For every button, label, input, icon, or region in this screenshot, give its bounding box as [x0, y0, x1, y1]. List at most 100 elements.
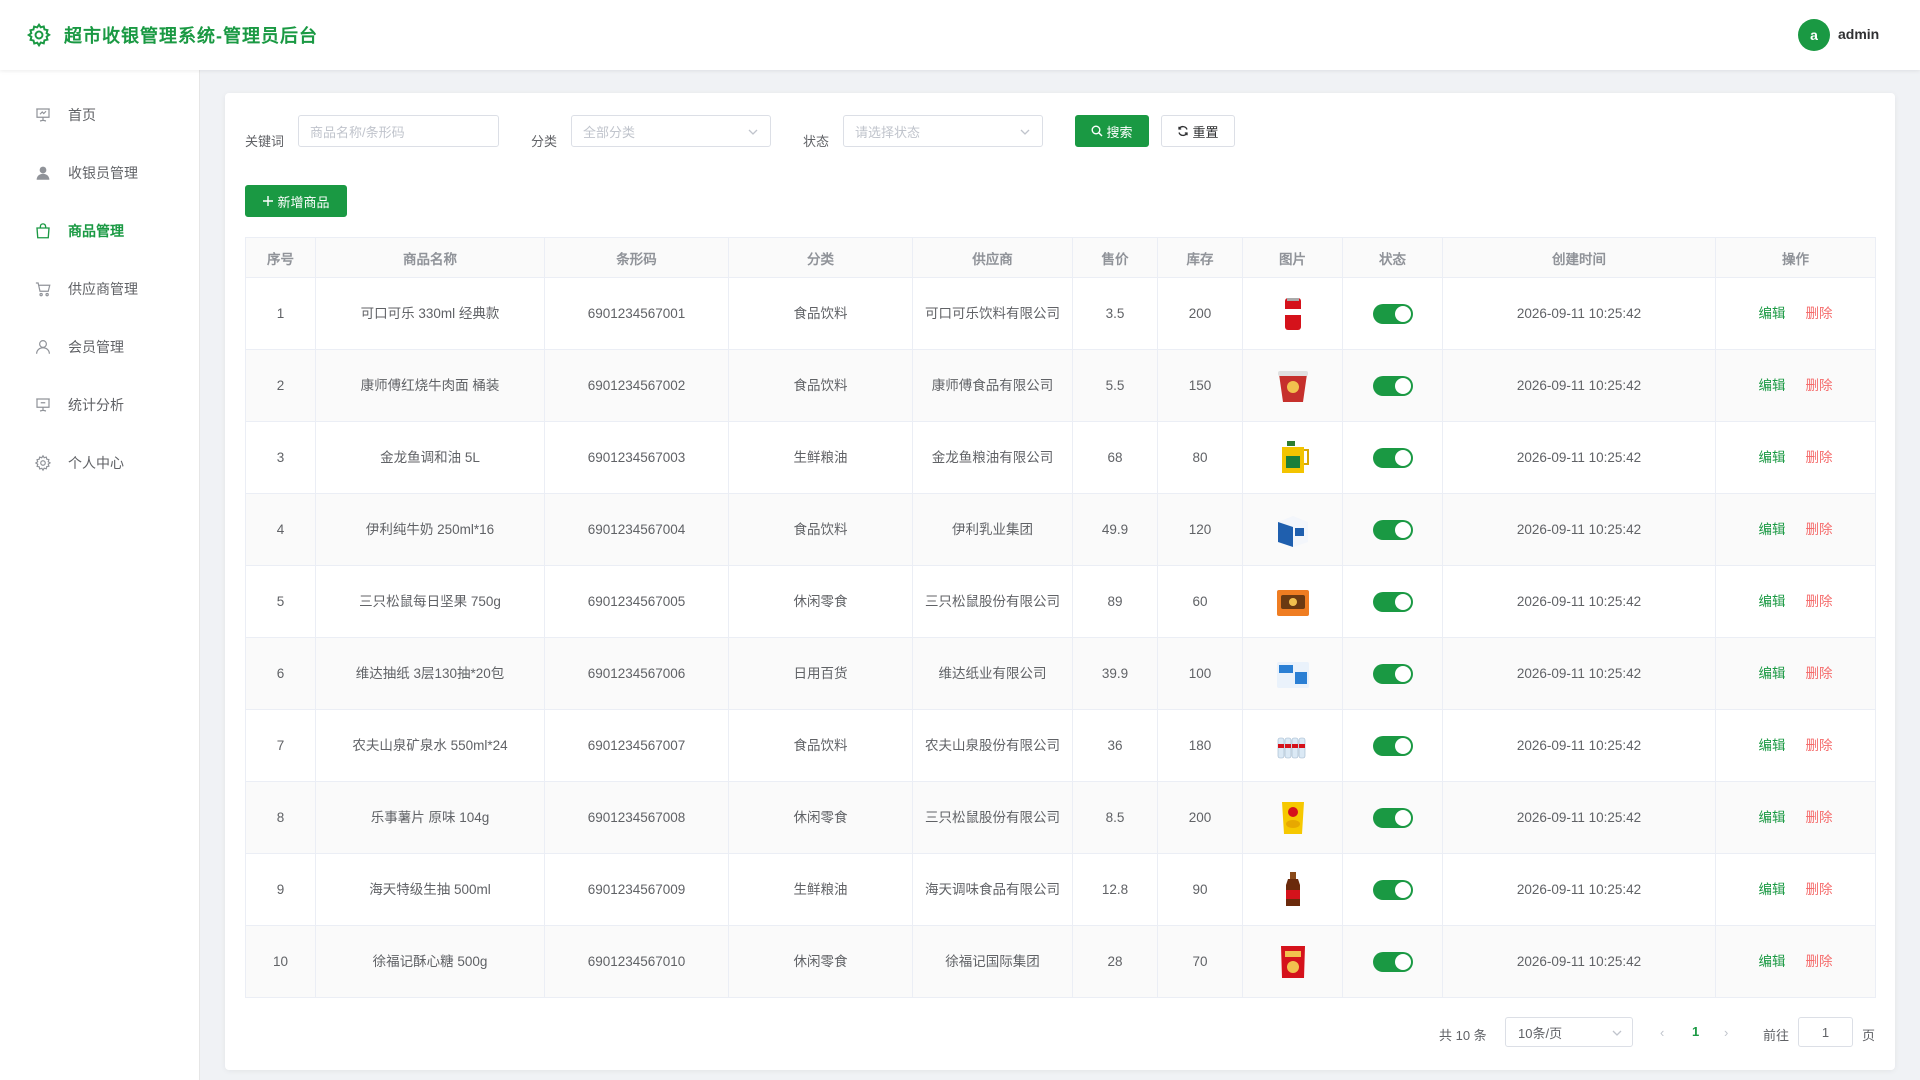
status-toggle[interactable]	[1372, 303, 1413, 324]
edit-button[interactable]: 编辑	[1759, 450, 1786, 465]
category-label: 分类	[531, 134, 558, 149]
delete-button[interactable]: 删除	[1806, 882, 1833, 897]
chevron-down-icon	[748, 129, 758, 135]
nut-pack-icon[interactable]	[1273, 582, 1313, 622]
edit-button[interactable]: 编辑	[1759, 666, 1786, 681]
status-toggle[interactable]	[1372, 951, 1413, 972]
cell-no: 6	[245, 637, 316, 710]
next-page-button[interactable]: ›	[1724, 1025, 1728, 1040]
search-button-label: 搜索	[1106, 124, 1133, 140]
edit-button[interactable]: 编辑	[1759, 738, 1786, 753]
sidebar-item-suppliers[interactable]: 供应商管理	[0, 260, 199, 318]
category-select[interactable]: 全部分类	[571, 115, 771, 147]
cell-stock: 200	[1157, 781, 1243, 854]
sidebar-item-profile[interactable]: 个人中心	[0, 434, 199, 492]
page-suffix: 页	[1862, 1028, 1876, 1043]
cell-actions: 编辑 删除	[1715, 709, 1876, 782]
table-row: 9 海天特级生抽 500ml 6901234567009 生鲜粮油 海天调味食品有限公司…	[245, 853, 1876, 926]
water-bottles-icon[interactable]	[1273, 726, 1313, 766]
delete-button[interactable]: 删除	[1806, 666, 1833, 681]
prev-page-button[interactable]: ‹	[1660, 1025, 1664, 1040]
cell-price: 49.9	[1072, 493, 1158, 566]
chevron-down-icon	[1612, 1030, 1622, 1036]
delete-button[interactable]: 删除	[1806, 378, 1833, 393]
chips-bag-icon[interactable]	[1273, 798, 1313, 838]
delete-button[interactable]: 删除	[1806, 450, 1833, 465]
status-label: 状态	[803, 134, 830, 149]
cell-name: 金龙鱼调和油 5L	[315, 421, 545, 494]
delete-button[interactable]: 删除	[1806, 810, 1833, 825]
username[interactable]: admin	[1838, 26, 1879, 42]
noodle-cup-icon[interactable]	[1273, 366, 1313, 406]
add-product-button[interactable]: 新增商品	[245, 185, 347, 217]
status-toggle[interactable]	[1372, 591, 1413, 612]
cell-category: 生鲜粮油	[728, 421, 913, 494]
candy-bag-icon[interactable]	[1273, 942, 1313, 982]
goto-page-input[interactable]: 1	[1798, 1017, 1853, 1047]
cell-stock: 200	[1157, 277, 1243, 350]
soy-sauce-bottle-icon[interactable]	[1273, 870, 1313, 910]
cell-actions: 编辑 删除	[1715, 565, 1876, 638]
delete-button[interactable]: 删除	[1806, 738, 1833, 753]
cell-created: 2026-09-11 10:25:42	[1442, 493, 1716, 566]
user-outline-icon	[36, 340, 50, 354]
status-toggle[interactable]	[1372, 879, 1413, 900]
reset-button-label: 重置	[1192, 124, 1219, 140]
status-toggle[interactable]	[1372, 807, 1413, 828]
cart-icon	[35, 282, 51, 297]
edit-button[interactable]: 编辑	[1759, 882, 1786, 897]
edit-button[interactable]: 编辑	[1759, 522, 1786, 537]
edit-button[interactable]: 编辑	[1759, 378, 1786, 393]
cell-supplier: 康师傅食品有限公司	[912, 349, 1073, 422]
cell-barcode: 6901234567007	[544, 709, 729, 782]
sidebar-item-statistics[interactable]: 统计分析	[0, 376, 199, 434]
presentation-chart-icon	[36, 108, 50, 122]
cola-can-icon[interactable]	[1273, 294, 1313, 334]
cell-image	[1242, 781, 1343, 854]
cell-status	[1342, 709, 1443, 782]
tissue-pack-icon[interactable]	[1273, 654, 1313, 694]
products-table: 序号 商品名称 条形码 分类 供应商 售价 库存 图片 状态 创建时间 操作 1…	[245, 237, 1876, 998]
edit-button[interactable]: 编辑	[1759, 954, 1786, 969]
current-page[interactable]: 1	[1692, 1024, 1699, 1039]
column-header: 操作	[1715, 237, 1876, 278]
edit-button[interactable]: 编辑	[1759, 594, 1786, 609]
chevron-down-icon	[1020, 129, 1030, 135]
cell-category: 食品饮料	[728, 349, 913, 422]
sidebar-item-home[interactable]: 首页	[0, 86, 199, 144]
cell-status	[1342, 277, 1443, 350]
cell-actions: 编辑 删除	[1715, 349, 1876, 422]
reset-button[interactable]: 重置	[1161, 115, 1235, 147]
column-header: 条形码	[544, 237, 729, 278]
cell-actions: 编辑 删除	[1715, 277, 1876, 350]
cell-created: 2026-09-11 10:25:42	[1442, 565, 1716, 638]
page-size-select[interactable]: 10条/页	[1505, 1017, 1633, 1047]
status-toggle[interactable]	[1372, 375, 1413, 396]
sidebar-item-members[interactable]: 会员管理	[0, 318, 199, 376]
status-toggle[interactable]	[1372, 519, 1413, 540]
status-toggle[interactable]	[1372, 663, 1413, 684]
cell-barcode: 6901234567005	[544, 565, 729, 638]
delete-button[interactable]: 删除	[1806, 522, 1833, 537]
top-header: 超市收银管理系统-管理员后台 a admin	[0, 0, 1920, 70]
cell-actions: 编辑 删除	[1715, 637, 1876, 710]
delete-button[interactable]: 删除	[1806, 306, 1833, 321]
delete-button[interactable]: 删除	[1806, 954, 1833, 969]
sidebar: 首页 收银员管理 商品管理 供应商管理 会员管理 统计分析 个人中心	[0, 70, 200, 1080]
sidebar-item-products[interactable]: 商品管理	[0, 202, 199, 260]
pagination-total: 共 10 条	[1439, 1028, 1487, 1043]
cell-category: 休闲零食	[728, 781, 913, 854]
status-select[interactable]: 请选择状态	[843, 115, 1043, 147]
search-button[interactable]: 搜索	[1075, 115, 1149, 147]
avatar[interactable]: a	[1798, 19, 1830, 51]
edit-button[interactable]: 编辑	[1759, 306, 1786, 321]
milk-box-icon[interactable]	[1273, 510, 1313, 550]
oil-bottle-icon[interactable]	[1273, 438, 1313, 478]
sidebar-item-cashiers[interactable]: 收银员管理	[0, 144, 199, 202]
edit-button[interactable]: 编辑	[1759, 810, 1786, 825]
delete-button[interactable]: 删除	[1806, 594, 1833, 609]
status-toggle[interactable]	[1372, 735, 1413, 756]
keyword-input[interactable]: 商品名称/条形码	[298, 115, 499, 147]
goto-label: 前往	[1763, 1028, 1790, 1043]
status-toggle[interactable]	[1372, 447, 1413, 468]
